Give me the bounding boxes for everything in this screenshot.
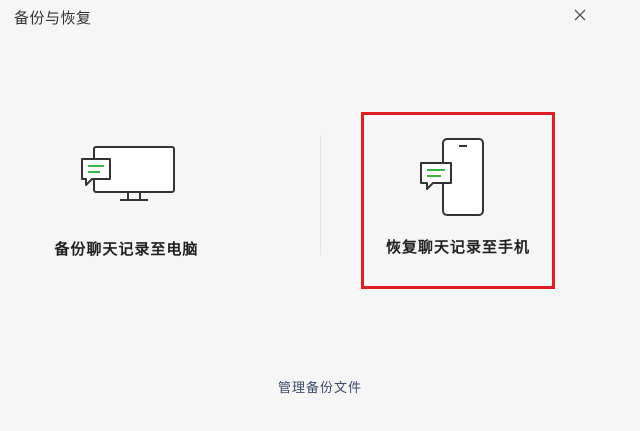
backup-restore-window: 备份与恢复 备份聊天记录至电脑 恢复聊天记录至手机 管理备份文件 bbox=[0, 0, 640, 431]
phone-chat-icon bbox=[420, 138, 484, 216]
restore-to-phone-label: 恢复聊天记录至手机 bbox=[385, 238, 530, 256]
computer-chat-icon bbox=[81, 146, 175, 201]
close-button[interactable] bbox=[560, 0, 600, 30]
restore-to-phone-option[interactable]: 恢复聊天记录至手机 bbox=[361, 112, 555, 289]
backup-to-pc-label: 备份聊天记录至电脑 bbox=[54, 240, 199, 258]
close-icon bbox=[574, 9, 586, 21]
options-divider bbox=[320, 135, 321, 255]
backup-to-pc-option[interactable]: 备份聊天记录至电脑 bbox=[30, 113, 223, 288]
window-title: 备份与恢复 bbox=[14, 9, 92, 27]
manage-backup-files-link[interactable]: 管理备份文件 bbox=[0, 377, 640, 396]
